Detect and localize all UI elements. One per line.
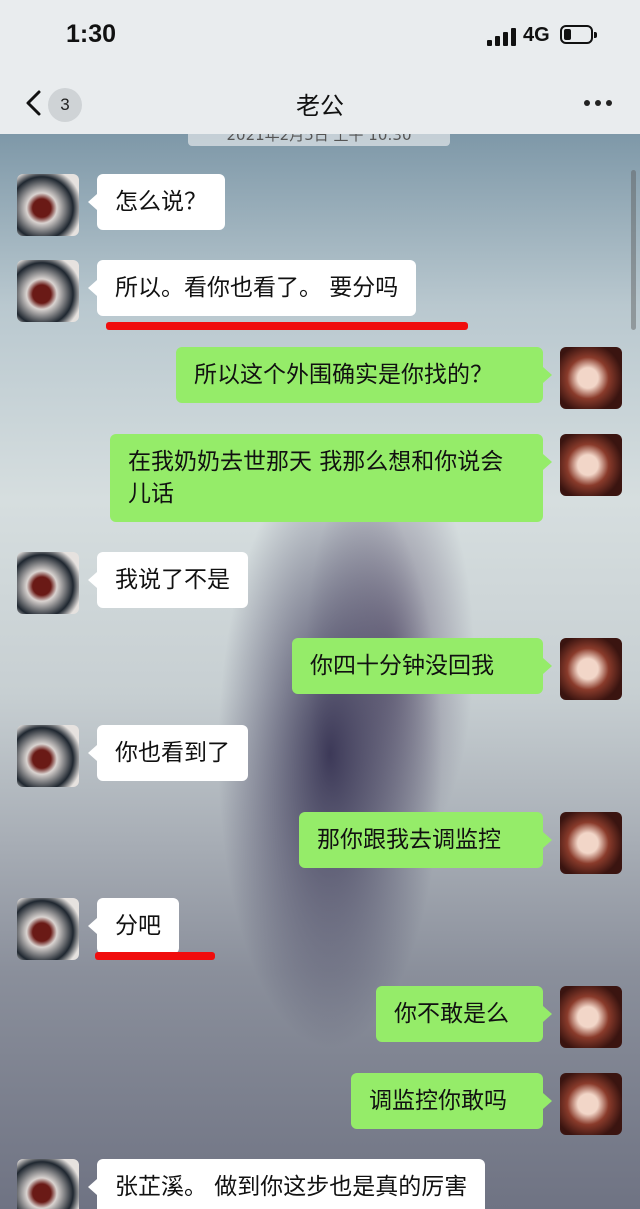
outgoing-message[interactable]: 你不敢是么 (376, 986, 552, 1042)
status-bar: 1:30 4G (0, 0, 640, 72)
incoming-message[interactable]: 分吧 (88, 898, 179, 954)
red-underline-mark (95, 952, 215, 960)
signal-icon (487, 28, 517, 46)
my-avatar[interactable] (560, 812, 622, 874)
incoming-message[interactable]: 张芷溪。 做到你这步也是真的厉害 (87, 1159, 486, 1209)
network-type: 4G (523, 24, 550, 46)
contact-avatar[interactable] (17, 260, 79, 322)
contact-avatar[interactable] (17, 174, 79, 236)
chat-header: 3 老公 (0, 72, 640, 134)
my-avatar[interactable] (560, 434, 622, 496)
message-timestamp: 2021年2月5日 上午 10:30 (188, 134, 450, 146)
outgoing-message[interactable]: 所以这个外围确实是你找的？ (176, 347, 552, 403)
battery-icon (560, 25, 597, 44)
more-options-icon[interactable] (582, 100, 614, 108)
contact-avatar[interactable] (17, 725, 79, 787)
contact-avatar[interactable] (17, 1159, 79, 1209)
status-time: 1:30 (66, 20, 117, 48)
chat-message-list[interactable]: 2021年2月5日 上午 10:30 怎么说？ 所以。看你也看了。 要分吗 所以… (0, 134, 640, 1209)
incoming-message[interactable]: 所以。看你也看了。 要分吗 (87, 260, 417, 316)
incoming-message[interactable]: 你也看到了 (88, 725, 248, 781)
contact-avatar[interactable] (17, 552, 79, 614)
incoming-message[interactable]: 怎么说？ (88, 174, 225, 230)
incoming-message[interactable]: 我说了不是 (88, 552, 248, 608)
my-avatar[interactable] (560, 1073, 622, 1135)
outgoing-message[interactable]: 你四十分钟没回我 (292, 638, 552, 694)
outgoing-message[interactable]: 在我奶奶去世那天 我那么想和你说会儿话 (110, 434, 552, 522)
outgoing-message[interactable]: 那你跟我去调监控 (299, 812, 552, 868)
outgoing-message[interactable]: 调监控你敢吗 (351, 1073, 552, 1129)
my-avatar[interactable] (560, 638, 622, 700)
contact-avatar[interactable] (17, 898, 79, 960)
scrollbar[interactable] (631, 170, 636, 330)
red-underline-mark (106, 322, 468, 330)
my-avatar[interactable] (560, 986, 622, 1048)
my-avatar[interactable] (560, 347, 622, 409)
chat-title: 老公 (296, 92, 344, 120)
